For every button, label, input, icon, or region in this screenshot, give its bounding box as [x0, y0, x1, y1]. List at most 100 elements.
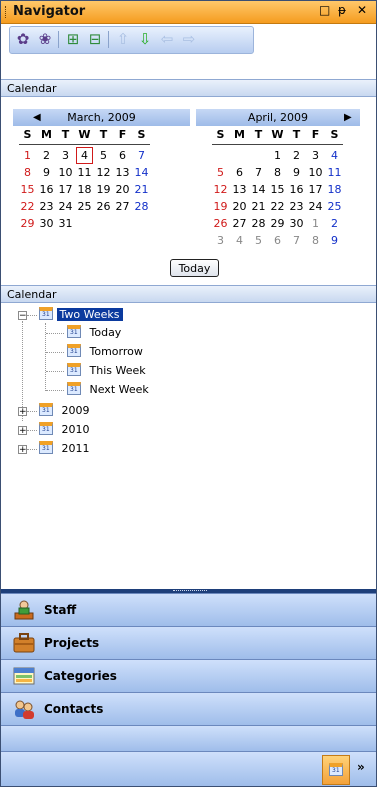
calendar-day[interactable]: 15 — [269, 181, 286, 198]
calendar-day[interactable]: 9 — [38, 164, 55, 181]
calendar-day[interactable]: 12 — [212, 181, 229, 198]
calendar-day[interactable]: 29 — [19, 215, 36, 232]
calendar-day[interactable]: 21 — [133, 181, 150, 198]
drag-grip-icon[interactable] — [5, 6, 9, 18]
calendar-day[interactable]: 1 — [269, 147, 286, 164]
tree-item-tomorrow[interactable]: Tomorrow — [67, 344, 143, 360]
calendar-day[interactable]: 4 — [326, 147, 343, 164]
calendar-day[interactable]: 6 — [114, 147, 131, 164]
calendar-day[interactable]: 29 — [269, 215, 286, 232]
calendar-day[interactable]: 25 — [76, 198, 93, 215]
new-calendar-icon[interactable]: ✿ — [14, 30, 32, 48]
next-month-icon[interactable]: ▶ — [344, 109, 352, 126]
tree-item-2011[interactable]: 2011 — [39, 441, 90, 457]
calendar-day[interactable]: 19 — [95, 181, 112, 198]
nav-button-categories[interactable]: Categories — [1, 659, 376, 692]
calendar-day[interactable]: 21 — [250, 198, 267, 215]
calendar-day[interactable]: 27 — [114, 198, 131, 215]
calendar-day[interactable]: 16 — [38, 181, 55, 198]
calendar-day[interactable]: 15 — [19, 181, 36, 198]
calendar-day[interactable]: 7 — [133, 147, 150, 164]
maximize-icon[interactable]: □ — [319, 3, 330, 17]
calendar-day[interactable]: 4 — [231, 232, 248, 249]
calendar-day[interactable]: 24 — [307, 198, 324, 215]
calendar-day[interactable]: 13 — [231, 181, 248, 198]
calendar-day[interactable]: 2 — [288, 147, 305, 164]
move-left-icon[interactable]: ⇦ — [158, 30, 176, 48]
chevron-more-icon[interactable]: » — [357, 760, 365, 774]
tree-item-this-week[interactable]: This Week — [67, 363, 146, 379]
calendar-day[interactable]: 1 — [19, 147, 36, 164]
calendar-day[interactable]: 28 — [250, 215, 267, 232]
calendar-day[interactable]: 25 — [326, 198, 343, 215]
close-icon[interactable]: ✕ — [357, 3, 367, 17]
calendar-day[interactable]: 6 — [231, 164, 248, 181]
expand-icon[interactable]: + — [18, 445, 27, 455]
nav-button-projects[interactable]: Projects — [1, 626, 376, 659]
calendar-day[interactable]: 20 — [231, 198, 248, 215]
prev-month-icon[interactable]: ◀ — [33, 109, 41, 126]
calendar-day[interactable]: 5 — [250, 232, 267, 249]
move-right-icon[interactable]: ⇨ — [180, 30, 198, 48]
tree-item-two-weeks[interactable]: Two Weeks — [39, 307, 123, 323]
calendar-day[interactable]: 18 — [326, 181, 343, 198]
nav-button-staff[interactable]: Staff — [1, 593, 376, 626]
calendar-day[interactable]: 14 — [133, 164, 150, 181]
calendar-day[interactable]: 30 — [38, 215, 55, 232]
calendar-day[interactable]: 30 — [288, 215, 305, 232]
move-up-icon[interactable]: ⇧ — [114, 30, 132, 48]
calendar-day[interactable]: 1 — [307, 215, 324, 232]
calendar-day[interactable]: 11 — [76, 164, 93, 181]
calendar-day[interactable]: 2 — [38, 147, 55, 164]
calendar-day[interactable]: 9 — [326, 232, 343, 249]
calendar-day[interactable]: 17 — [57, 181, 74, 198]
calendar-day[interactable]: 10 — [307, 164, 324, 181]
calendar-day[interactable]: 10 — [57, 164, 74, 181]
tree-item-2009[interactable]: 2009 — [39, 403, 90, 419]
calendar-day[interactable]: 20 — [114, 181, 131, 198]
calendar-day[interactable]: 17 — [307, 181, 324, 198]
calendar-day[interactable]: 27 — [231, 215, 248, 232]
calendar-day[interactable]: 3 — [307, 147, 324, 164]
today-button[interactable]: Today — [170, 259, 219, 277]
tree-item-today[interactable]: Today — [67, 325, 121, 341]
calendar-day[interactable]: 5 — [212, 164, 229, 181]
collapse-icon[interactable]: − — [18, 311, 27, 321]
calendar-day[interactable]: 28 — [133, 198, 150, 215]
calendar-day[interactable]: 6 — [269, 232, 286, 249]
tree-item-next-week[interactable]: Next Week — [67, 382, 149, 398]
calendar-day[interactable]: 5 — [95, 147, 112, 164]
calendar-day[interactable]: 7 — [288, 232, 305, 249]
pin-icon[interactable]: ᵽ — [338, 3, 346, 17]
calendar-day[interactable]: 12 — [95, 164, 112, 181]
nav-button-contacts[interactable]: Contacts — [1, 692, 376, 725]
export-icon[interactable]: ⊟ — [86, 30, 104, 48]
calendar-day[interactable]: 3 — [212, 232, 229, 249]
calendar-day[interactable]: 3 — [57, 147, 74, 164]
calendar-day[interactable]: 14 — [250, 181, 267, 198]
expand-icon[interactable]: + — [18, 426, 27, 436]
calendar-shortcut-button[interactable] — [322, 755, 350, 785]
calendar-day[interactable]: 22 — [19, 198, 36, 215]
calendar-day[interactable]: 24 — [57, 198, 74, 215]
calendar-day[interactable]: 9 — [288, 164, 305, 181]
calendar-day[interactable]: 8 — [19, 164, 36, 181]
tree-item-2010[interactable]: 2010 — [39, 422, 90, 438]
import-icon[interactable]: ⊞ — [64, 30, 82, 48]
calendar-day[interactable]: 22 — [269, 198, 286, 215]
calendar-day[interactable]: 7 — [250, 164, 267, 181]
expand-icon[interactable]: + — [18, 407, 27, 417]
calendar-day[interactable]: 31 — [57, 215, 74, 232]
move-down-icon[interactable]: ⇩ — [136, 30, 154, 48]
calendar-day[interactable]: 19 — [212, 198, 229, 215]
calendar-day[interactable]: 8 — [307, 232, 324, 249]
calendar-day[interactable]: 18 — [76, 181, 93, 198]
calendar-day[interactable]: 13 — [114, 164, 131, 181]
calendar-day-today[interactable]: 4 — [76, 147, 93, 164]
calendar-day[interactable]: 23 — [288, 198, 305, 215]
calendar-day[interactable]: 26 — [212, 215, 229, 232]
calendar-day[interactable]: 2 — [326, 215, 343, 232]
calendar-day[interactable]: 11 — [326, 164, 343, 181]
edit-calendar-icon[interactable]: ❀ — [36, 30, 54, 48]
calendar-day[interactable]: 26 — [95, 198, 112, 215]
